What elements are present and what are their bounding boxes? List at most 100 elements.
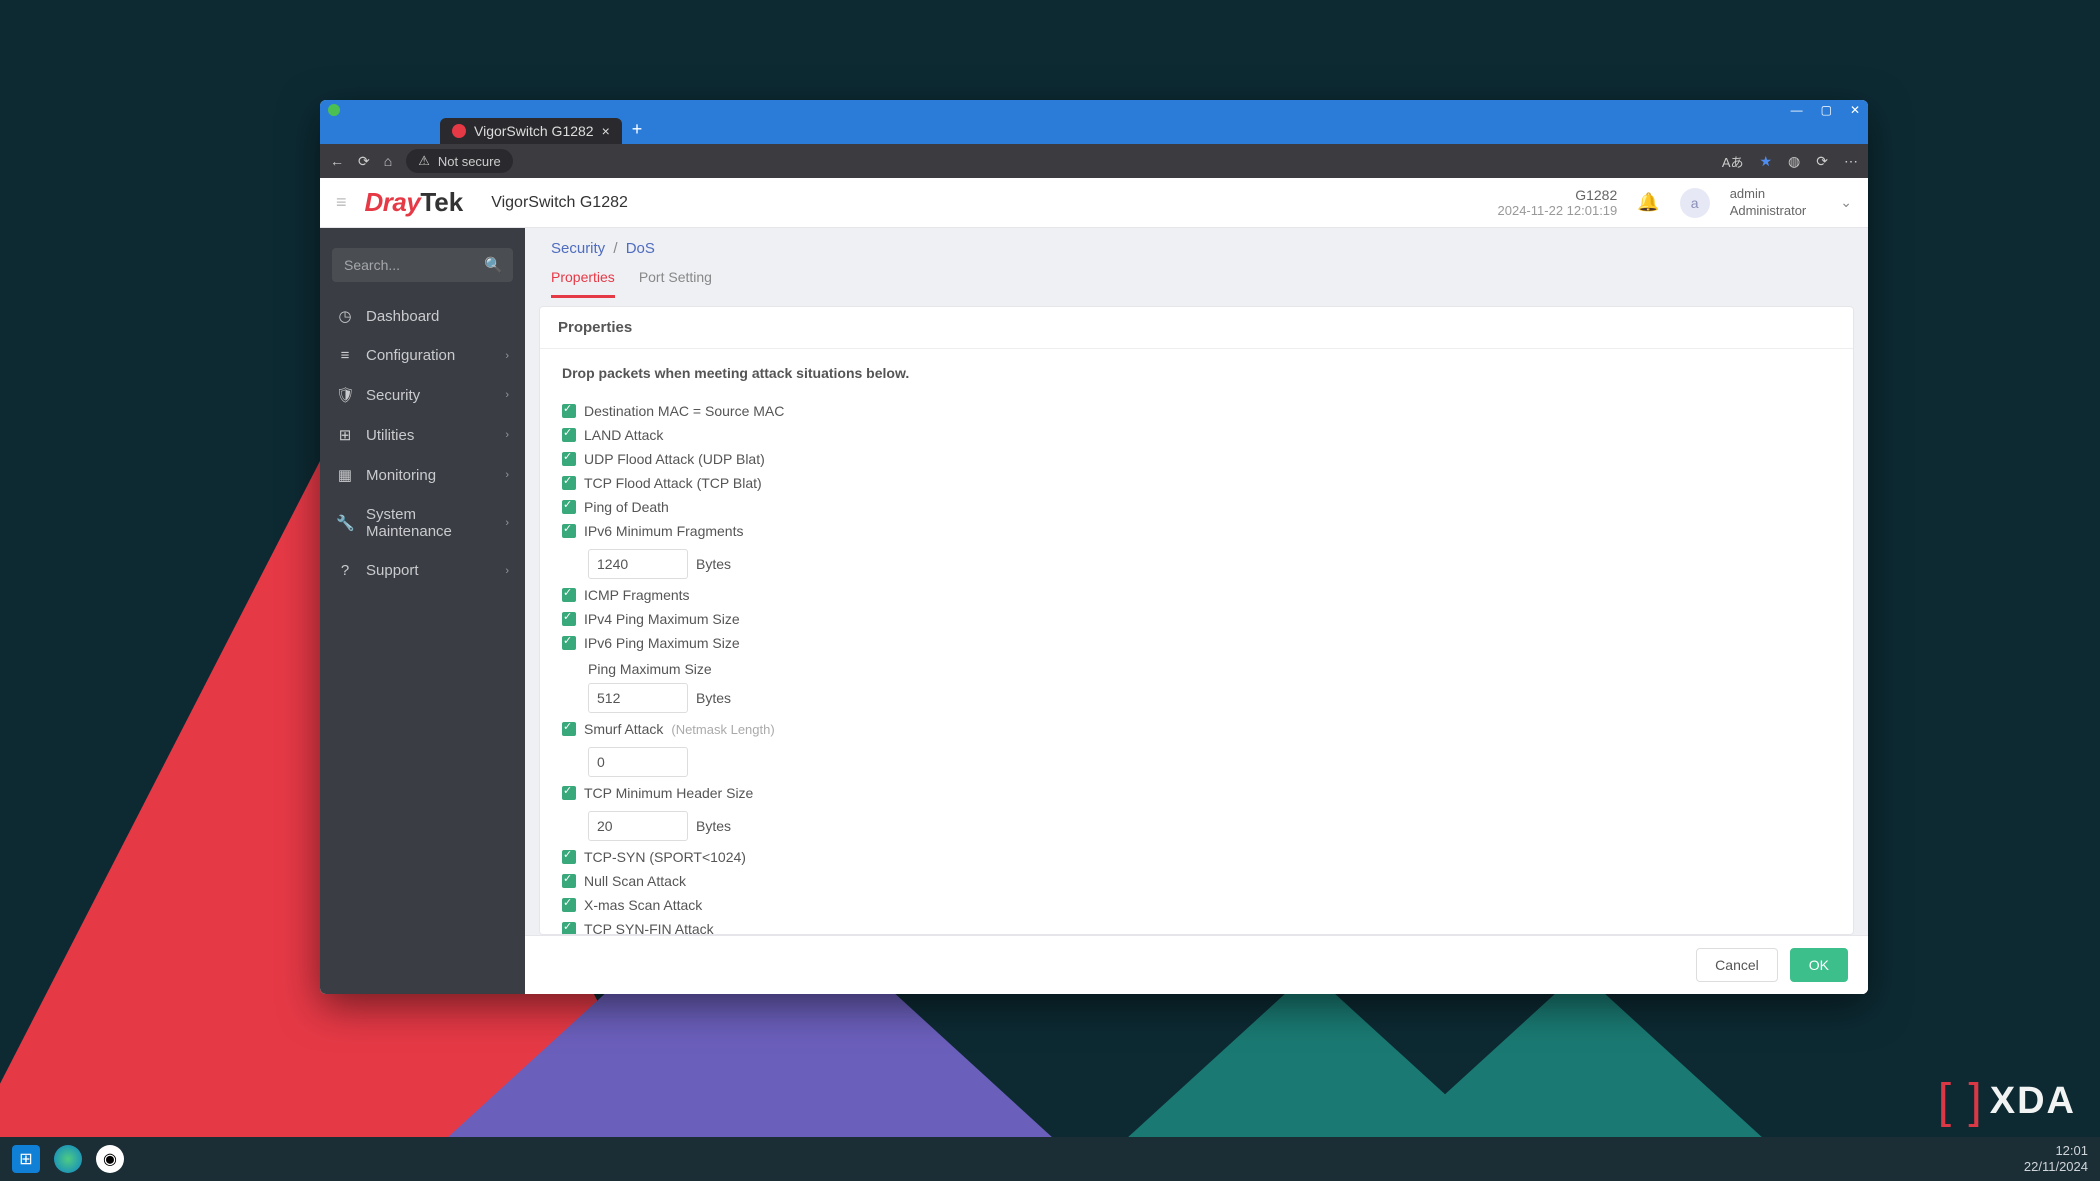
cancel-button[interactable]: Cancel	[1696, 948, 1778, 982]
label-ipv6-ping-max: IPv6 Ping Maximum Size	[584, 635, 740, 651]
checkbox-dest-mac[interactable]	[562, 404, 576, 418]
not-secure-icon: ⚠	[418, 153, 430, 169]
checkbox-icmp-frag[interactable]	[562, 588, 576, 602]
browser-tab[interactable]: VigorSwitch G1282 ×	[440, 118, 622, 144]
favorite-icon[interactable]: ★	[1759, 153, 1772, 170]
avatar[interactable]: a	[1680, 188, 1710, 218]
home-icon[interactable]: ⌂	[384, 153, 392, 169]
label-tcp-syn-sport: TCP-SYN (SPORT<1024)	[584, 849, 746, 865]
new-tab-button[interactable]: +	[622, 115, 653, 144]
checkbox-tcp-syn-sport[interactable]	[562, 850, 576, 864]
sidebar-item-security[interactable]: 🛡Security›	[320, 375, 525, 415]
ok-button[interactable]: OK	[1790, 948, 1848, 982]
sync-icon[interactable]: ⟳	[1816, 153, 1828, 170]
taskbar-clock[interactable]: 12:01 22/11/2024	[2024, 1143, 2088, 1174]
refresh-icon[interactable]: ⟳	[358, 153, 370, 170]
extension-icon[interactable]: ◍	[1788, 153, 1800, 170]
search-icon[interactable]: 🔍	[484, 256, 503, 274]
checkbox-null-scan[interactable]	[562, 874, 576, 888]
sidebar-item-dashboard[interactable]: ◷Dashboard	[320, 296, 525, 336]
sidebar-item-utilities[interactable]: ⊞Utilities›	[320, 415, 525, 455]
start-button[interactable]: ⊞	[12, 1145, 40, 1173]
window-maximize[interactable]: ▢	[1821, 103, 1832, 117]
browser-window: — ▢ ✕ VigorSwitch G1282 × + ← ⟳ ⌂ ⚠ Not …	[320, 100, 1868, 994]
unit-bytes: Bytes	[696, 690, 731, 706]
breadcrumb-root[interactable]: Security	[551, 240, 605, 257]
label-ipv4-ping-max: IPv4 Ping Maximum Size	[584, 611, 740, 627]
unit-bytes: Bytes	[696, 818, 731, 834]
label-smurf: Smurf Attack	[584, 721, 663, 737]
label-tcp-min-hdr: TCP Minimum Header Size	[584, 785, 753, 801]
input-ping-max[interactable]	[588, 683, 688, 713]
label-land: LAND Attack	[584, 427, 663, 443]
watermark: [ ]XDA	[1938, 1074, 2076, 1129]
app-root: ≡ DrayTek VigorSwitch G1282 G1282 2024-1…	[320, 178, 1868, 994]
tab-title: VigorSwitch G1282	[474, 123, 594, 139]
input-tcp-min-hdr[interactable]	[588, 811, 688, 841]
label-ping-death: Ping of Death	[584, 499, 669, 515]
panel-footer: Cancel OK	[525, 935, 1868, 994]
chevron-right-icon: ›	[505, 429, 509, 441]
label-syn-fin: TCP SYN-FIN Attack	[584, 921, 714, 935]
label-dest-mac: Destination MAC = Source MAC	[584, 403, 784, 419]
checkbox-tcp-flood[interactable]	[562, 476, 576, 490]
input-smurf[interactable]	[588, 747, 688, 777]
window-minimize[interactable]: —	[1791, 103, 1803, 117]
traffic-light-green[interactable]	[328, 104, 340, 116]
checkbox-tcp-min-hdr[interactable]	[562, 786, 576, 800]
chevron-right-icon: ›	[505, 565, 509, 577]
sidebar-item-support[interactable]: ?Support›	[320, 551, 525, 590]
checkbox-smurf[interactable]	[562, 722, 576, 736]
browser-tabstrip: VigorSwitch G1282 × +	[320, 120, 1868, 144]
address-bar[interactable]: ⚠ Not secure	[406, 149, 513, 173]
content-area: Security / DoS PropertiesPort Setting Pr…	[525, 228, 1868, 994]
user-menu-chevron-icon[interactable]: ⌄	[1840, 194, 1852, 211]
sidebar-item-system-maintenance[interactable]: 🔧System Maintenance›	[320, 495, 525, 551]
chevron-right-icon: ›	[505, 389, 509, 401]
taskbar-edge-icon[interactable]	[54, 1145, 82, 1173]
nav-icon: ⊞	[336, 426, 354, 444]
checkbox-ipv6-min-frag[interactable]	[562, 524, 576, 538]
checkbox-xmas[interactable]	[562, 898, 576, 912]
chevron-right-icon: ›	[505, 469, 509, 481]
taskbar-app-icon[interactable]: ◉	[96, 1145, 124, 1173]
model-name: VigorSwitch G1282	[491, 194, 628, 212]
checkbox-ipv6-ping-max[interactable]	[562, 636, 576, 650]
sidebar-item-monitoring[interactable]: ▦Monitoring›	[320, 455, 525, 495]
checkbox-ipv4-ping-max[interactable]	[562, 612, 576, 626]
chevron-right-icon: ›	[505, 517, 509, 529]
label-icmp-frag: ICMP Fragments	[584, 587, 690, 603]
content-tabs: Properties Port Setting	[525, 257, 1868, 298]
browser-titlebar[interactable]: — ▢ ✕	[320, 100, 1868, 120]
breadcrumb-leaf: DoS	[626, 240, 655, 257]
label-null-scan: Null Scan Attack	[584, 873, 686, 889]
panel-title: Properties	[540, 307, 1853, 349]
checkbox-land[interactable]	[562, 428, 576, 442]
tab-close-icon[interactable]: ×	[602, 123, 610, 139]
hint-smurf: (Netmask Length)	[671, 722, 774, 737]
label-xmas: X-mas Scan Attack	[584, 897, 702, 913]
properties-panel: Properties Drop packets when meeting att…	[539, 306, 1854, 935]
taskbar[interactable]: ⊞ ◉ 12:01 22/11/2024	[0, 1137, 2100, 1181]
not-secure-label: Not secure	[438, 154, 501, 169]
favicon-icon	[452, 124, 466, 138]
notifications-icon[interactable]: 🔔	[1637, 192, 1659, 213]
nav-label: Configuration	[366, 347, 455, 364]
checkbox-udp-flood[interactable]	[562, 452, 576, 466]
input-ipv6-min-frag[interactable]	[588, 549, 688, 579]
brand-logo: DrayTek	[365, 187, 464, 218]
back-icon[interactable]: ←	[330, 153, 344, 169]
window-close[interactable]: ✕	[1850, 103, 1860, 117]
nav-icon: ≡	[336, 347, 354, 364]
tab-properties[interactable]: Properties	[551, 269, 615, 298]
menu-icon[interactable]: ⋯	[1844, 153, 1858, 170]
checkbox-ping-death[interactable]	[562, 500, 576, 514]
sidebar-toggle-icon[interactable]: ≡	[336, 192, 347, 213]
checkbox-syn-fin[interactable]	[562, 922, 576, 935]
tab-port-setting[interactable]: Port Setting	[639, 269, 712, 298]
sidebar-item-configuration[interactable]: ≡Configuration›	[320, 336, 525, 375]
unit-bytes: Bytes	[696, 556, 731, 572]
nav-icon: ?	[336, 562, 354, 579]
nav-icon: 🛡	[336, 386, 354, 404]
reader-icon[interactable]: Aあ	[1722, 152, 1744, 171]
